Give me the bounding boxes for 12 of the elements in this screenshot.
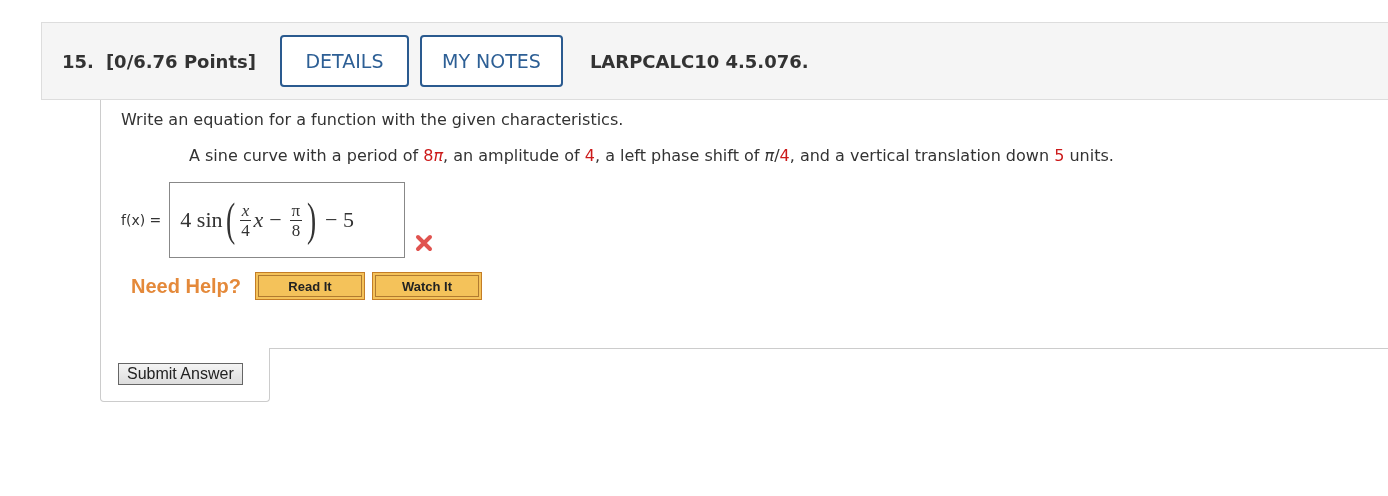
points-label: [0/6.76 Points]: [105, 50, 256, 72]
instruction-text: Write an equation for a function with the given characteristics.: [121, 109, 625, 131]
function-label: f(x) =: [121, 212, 162, 228]
header-button[interactable]: MY NOTES: [420, 35, 563, 87]
problem-code: LARPCALC10 4.5.076.: [589, 50, 809, 72]
submit-button[interactable]: Submit Answer: [118, 363, 243, 385]
help-button[interactable]: Watch It: [372, 272, 483, 300]
header-button[interactable]: DETAILS: [280, 35, 409, 87]
help-button[interactable]: Read It: [255, 272, 366, 300]
need-help-label: Need Help?: [131, 274, 242, 298]
prompt-text: A sine curve with a period of 8π, an amplitude of 4, a left phase shift of π/4, and a vertical translation down 5 units.: [189, 145, 1115, 167]
question-number: 15.: [62, 50, 94, 72]
